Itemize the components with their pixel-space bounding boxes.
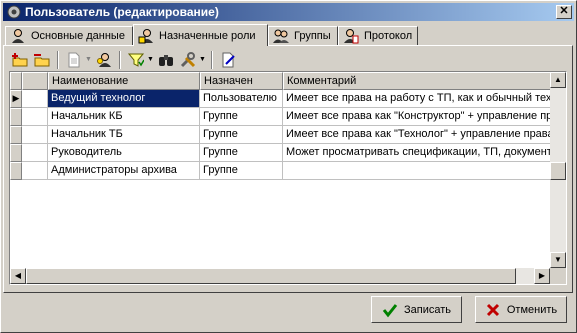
tab-log[interactable]: Протокол <box>338 26 418 45</box>
scroll-up-arrow-icon[interactable]: ▲ <box>550 72 566 88</box>
filter-icon <box>128 53 144 67</box>
save-button[interactable]: Записать <box>371 296 462 323</box>
vertical-scrollbar[interactable]: ▲ ▼ <box>550 72 566 268</box>
roles-icon <box>138 28 153 43</box>
cross-icon <box>486 303 499 316</box>
toolbar-separator <box>211 51 213 69</box>
scroll-thumb[interactable] <box>550 162 566 180</box>
column-header-name[interactable]: Наименование <box>48 72 200 90</box>
cell-assigned[interactable]: Пользователю <box>200 90 283 108</box>
user-rights-button[interactable] <box>95 51 113 69</box>
scroll-corner <box>550 268 566 284</box>
save-label: Записать <box>403 303 451 316</box>
cell-comment[interactable]: Имеет все права на работу с ТП, как и об… <box>283 90 552 108</box>
toolbar-separator <box>57 51 59 69</box>
column-header-comment[interactable]: Комментарий <box>283 72 552 90</box>
horizontal-scrollbar[interactable]: ◀ ▶ <box>10 268 550 284</box>
remove-role-button[interactable] <box>33 51 51 69</box>
cell-assigned[interactable]: Группе <box>200 108 283 126</box>
edit-button[interactable] <box>219 51 237 69</box>
current-row-indicator: ▶ <box>10 90 22 108</box>
scroll-right-arrow-icon[interactable]: ▶ <box>534 268 550 284</box>
remove-folder-icon <box>34 54 50 67</box>
cancel-button[interactable]: Отменить <box>475 296 567 323</box>
chevron-down-icon[interactable]: ▼ <box>199 56 206 63</box>
row-indicator <box>10 108 22 126</box>
cell-comment[interactable]: Может просматривать спецификации, ТП, до… <box>283 144 552 162</box>
toolbar: ▼ ▼ ▼ <box>9 49 569 71</box>
search-button[interactable] <box>157 51 175 69</box>
add-role-button[interactable] <box>11 51 29 69</box>
scroll-left-arrow-icon[interactable]: ◀ <box>10 268 26 284</box>
tab-label: Протокол <box>364 30 413 42</box>
cancel-label: Отменить <box>506 303 558 316</box>
cell-comment[interactable]: Имеет все права как "Конструктор" + упра… <box>283 108 552 126</box>
row-spacer <box>22 144 48 162</box>
row-indicator <box>10 144 22 162</box>
column-header-assigned[interactable]: Назначен <box>200 72 283 90</box>
row-spacer <box>22 126 48 144</box>
tab-label: Группы <box>294 30 331 42</box>
toolbar-separator <box>119 51 121 69</box>
log-icon <box>344 29 359 44</box>
close-button[interactable]: ✕ <box>556 5 572 19</box>
header-spacer <box>22 72 48 90</box>
window-title: Пользователь (редактирование) <box>25 5 219 19</box>
tools-button[interactable] <box>179 51 197 69</box>
tab-assigned-roles[interactable]: Назначенные роли <box>133 24 268 46</box>
chevron-down-icon[interactable]: ▼ <box>85 56 92 63</box>
tab-groups[interactable]: Группы <box>268 26 338 45</box>
app-icon <box>7 5 21 19</box>
user-edit-window: Пользователь (редактирование) ✕ Основные… <box>0 0 577 333</box>
row-indicator <box>10 162 22 180</box>
cell-assigned[interactable]: Группе <box>200 126 283 144</box>
roles-table: Наименование Назначен Комментарий ▶ Веду… <box>9 71 567 285</box>
tools-icon <box>180 52 196 68</box>
add-folder-icon <box>12 53 28 67</box>
row-spacer <box>22 108 48 126</box>
cell-name[interactable]: Ведущий технолог <box>48 90 200 108</box>
cell-name[interactable]: Начальник ТБ <box>48 126 200 144</box>
tab-main-data[interactable]: Основные данные <box>5 26 133 45</box>
row-spacer <box>22 90 48 108</box>
group-icon <box>273 29 289 43</box>
cell-name[interactable]: Руководитель <box>48 144 200 162</box>
document-icon <box>68 52 80 68</box>
scroll-thumb[interactable] <box>26 268 516 284</box>
tab-strip: Основные данные Назначенные роли Группы … <box>3 24 574 46</box>
user-icon <box>12 29 24 43</box>
cell-assigned[interactable]: Группе <box>200 144 283 162</box>
row-indicator <box>10 126 22 144</box>
checkmark-icon <box>382 303 398 317</box>
tab-label: Основные данные <box>31 30 125 42</box>
cell-comment[interactable] <box>283 162 552 180</box>
key-user-icon <box>97 53 111 67</box>
edit-icon <box>222 52 235 68</box>
cell-name[interactable]: Администраторы архива <box>48 162 200 180</box>
tab-label: Назначенные роли <box>159 29 256 42</box>
chevron-down-icon[interactable]: ▼ <box>147 56 154 63</box>
properties-button[interactable] <box>65 51 83 69</box>
filter-button[interactable] <box>127 51 145 69</box>
cell-comment[interactable]: Имеет все права как "Технолог" + управле… <box>283 126 552 144</box>
binoculars-icon <box>159 55 173 66</box>
cell-name[interactable]: Начальник КБ <box>48 108 200 126</box>
cell-assigned[interactable]: Группе <box>200 162 283 180</box>
header-corner <box>10 72 22 90</box>
row-spacer <box>22 162 48 180</box>
scroll-down-arrow-icon[interactable]: ▼ <box>550 252 566 268</box>
title-bar: Пользователь (редактирование) ✕ <box>3 3 574 21</box>
